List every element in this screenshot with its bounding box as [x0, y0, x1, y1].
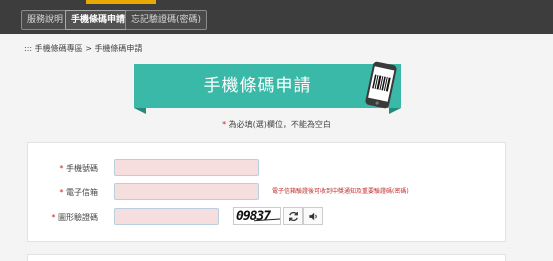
- email-hint: 電子信箱驗證後可收到中獎通知及重要驗證碼(密碼): [272, 188, 409, 195]
- next-section-card: [27, 254, 506, 261]
- nav-accent-bar: [0, 0, 553, 4]
- refresh-icon: [288, 211, 298, 221]
- top-nav: 服務說明 手機條碼申請 忘記驗證碼(密碼): [0, 0, 553, 34]
- email-label: * 電子信箱: [18, 187, 98, 198]
- email-label-text: 電子信箱: [66, 188, 98, 197]
- speaker-icon: [308, 212, 317, 220]
- breadcrumb-prefix: :::: [24, 44, 33, 53]
- captcha-label: * 圖形驗證碼: [18, 212, 98, 223]
- breadcrumb-item-current: 手機條碼申請: [94, 44, 143, 53]
- tab-mobile-barcode-apply[interactable]: 手機條碼申請: [65, 10, 132, 30]
- required-star: *: [59, 188, 64, 197]
- page-banner: 手機條碼申請: [134, 64, 401, 114]
- banner-fold-left: [134, 108, 146, 114]
- required-star: *: [59, 164, 64, 173]
- audio-captcha-button[interactable]: [303, 207, 323, 225]
- required-note: * 為必填(選)欄位，不能為空白: [0, 119, 553, 130]
- captcha-label-text: 圖形驗證碼: [58, 213, 98, 222]
- breadcrumb: ::: 手機條碼專區 > 手機條碼申請: [24, 43, 142, 54]
- banner-fold-right: [389, 108, 401, 114]
- tab-forgot-code[interactable]: 忘記驗證碼(密碼): [125, 10, 208, 30]
- required-star: *: [51, 213, 56, 222]
- captcha-image-text: 09837: [236, 209, 271, 224]
- form-card: [27, 142, 506, 242]
- refresh-captcha-button[interactable]: [283, 207, 303, 225]
- phone-label-text: 手機號碼: [66, 164, 98, 173]
- active-tab-indicator: [86, 0, 156, 4]
- required-star: *: [222, 120, 227, 129]
- email-input[interactable]: [114, 183, 259, 200]
- phone-input[interactable]: [114, 159, 259, 176]
- page-title: 手機條碼申請: [203, 76, 312, 96]
- captcha-input[interactable]: [114, 208, 219, 225]
- phone-label: * 手機號碼: [18, 163, 98, 174]
- breadcrumb-item-zone[interactable]: 手機條碼專區: [35, 44, 83, 53]
- captcha-image: 09837: [233, 207, 281, 225]
- tab-service-info[interactable]: 服務說明: [21, 10, 70, 30]
- required-note-text: 為必填(選)欄位，不能為空白: [228, 120, 331, 129]
- breadcrumb-separator: >: [85, 44, 92, 53]
